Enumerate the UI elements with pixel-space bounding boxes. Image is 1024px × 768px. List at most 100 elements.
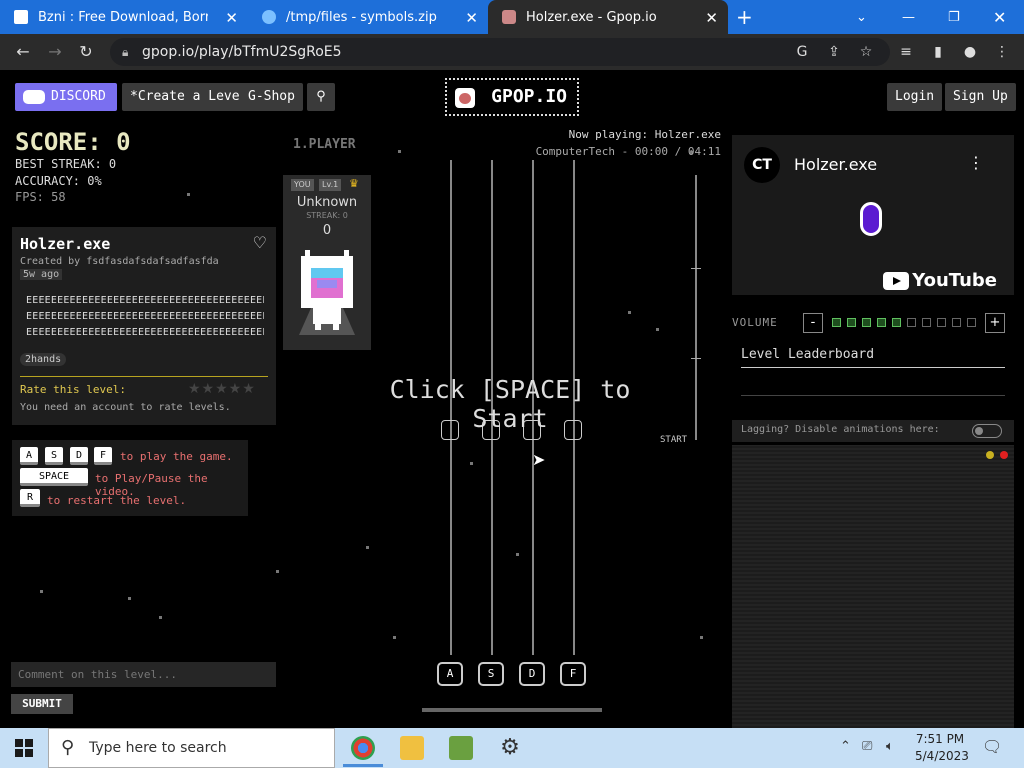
windows-start-icon[interactable] [15, 739, 33, 757]
star-decoration [159, 616, 162, 619]
player-avatar [299, 250, 355, 335]
create-level-button[interactable]: *Create a Level [122, 83, 256, 111]
search-button[interactable]: ⚲ [307, 83, 335, 111]
status-dot [986, 451, 994, 459]
volume-up-button[interactable]: + [985, 313, 1005, 333]
tab-gpop[interactable]: Holzer.exe - Gpop.io ✕ [488, 0, 728, 34]
tab-archive[interactable]: Bzni : Free Download, Borrow, an ✕ [0, 0, 248, 34]
tab-search-button[interactable]: ⌄ [856, 0, 872, 34]
discord-button[interactable]: DISCORD [15, 83, 117, 111]
volume-segment[interactable] [877, 318, 886, 327]
youtube-video[interactable]: CT Holzer.exe ⋮ YouTube [732, 135, 1014, 295]
share-icon[interactable]: ⇪ [824, 42, 844, 62]
reload-button[interactable]: ↻ [75, 41, 97, 63]
fps: FPS: 58 [15, 190, 66, 204]
star-decoration [628, 311, 631, 314]
windows-taskbar: ⚲ Type here to search ⚙ ⌃ ⎚ 🔈︎ 7:51 PM 5… [0, 728, 1024, 768]
youtube-play-icon [883, 272, 910, 290]
volume-segment[interactable] [832, 318, 841, 327]
animation-toggle[interactable] [972, 424, 1002, 438]
media-icon[interactable]: ≡ [896, 42, 916, 62]
new-tab-button[interactable]: + [736, 0, 760, 34]
lane-key-d[interactable]: D [519, 662, 545, 686]
google-icon[interactable]: G [792, 42, 812, 62]
menu-icon[interactable]: ⋮ [992, 42, 1012, 62]
volume-segment[interactable] [892, 318, 901, 327]
submit-button[interactable]: SUBMIT [11, 694, 73, 714]
divider [741, 367, 1005, 368]
signup-button[interactable]: Sign Up [945, 83, 1016, 111]
volume-segment[interactable] [937, 318, 946, 327]
youtube-logo[interactable]: YouTube [883, 270, 997, 291]
star-decoration [470, 462, 473, 465]
network-icon[interactable]: ⎚ [862, 739, 872, 754]
crown-icon: ♛ [349, 177, 359, 190]
shop-button[interactable]: G-Shop [240, 83, 303, 111]
minimize-icon: — [902, 9, 915, 25]
bookmark-star-icon[interactable]: ☆ [856, 42, 876, 62]
browser-tab-strip: Bzni : Free Download, Borrow, an ✕ /tmp/… [0, 0, 1024, 34]
volume-segment[interactable] [862, 318, 871, 327]
volume-down-button[interactable]: - [803, 313, 823, 333]
heart-icon[interactable]: ♡ [253, 233, 267, 252]
song-time: ComputerTech - 00:00 / 04:11 [535, 145, 721, 158]
notifications-icon[interactable]: 🗨︎ [982, 737, 1002, 756]
lane-key-f[interactable]: F [560, 662, 586, 686]
close-icon[interactable]: ✕ [225, 9, 238, 27]
volume-segment[interactable] [967, 318, 976, 327]
logo-text: GPOP.IO [491, 86, 567, 107]
star-decoration [516, 553, 519, 556]
star-decoration [700, 636, 703, 639]
url-text: gpop.io/play/bTfmU2SgRoE5 [142, 44, 342, 60]
game-page: DISCORD *Create a Level G-Shop ⚲ GPOP.IO… [0, 70, 1024, 728]
close-icon[interactable]: ✕ [705, 9, 718, 27]
profile-icon[interactable]: ● [960, 42, 980, 62]
forward-button[interactable]: → [44, 41, 66, 63]
key-d: D [70, 447, 88, 465]
star-decoration [656, 328, 659, 331]
chrome-icon[interactable] [343, 736, 383, 767]
lane-key-s[interactable]: S [478, 662, 504, 686]
lane-key-a[interactable]: A [437, 662, 463, 686]
system-clock[interactable]: 7:51 PM 5/4/2023 [915, 731, 969, 765]
notepad-icon[interactable] [449, 736, 473, 760]
star-decoration [366, 546, 369, 549]
level-tag[interactable]: 2hands [20, 353, 67, 366]
login-button[interactable]: Login [887, 83, 943, 111]
tab-title: Holzer.exe - Gpop.io [526, 9, 657, 25]
chevron-down-icon: ⌄ [856, 9, 867, 25]
restore-button[interactable]: ❐ [948, 0, 964, 34]
more-options-icon[interactable]: ⋮ [968, 153, 984, 172]
tab-title: /tmp/files - symbols.zip [286, 9, 437, 25]
volume-segment[interactable] [922, 318, 931, 327]
file-explorer-icon[interactable] [400, 736, 424, 760]
rating-stars[interactable]: ★★★★★ [188, 381, 256, 397]
discord-icon [23, 89, 45, 104]
volume-segment[interactable] [952, 318, 961, 327]
gpop-logo[interactable]: GPOP.IO [445, 78, 579, 116]
best-streak: BEST STREAK: 0 [15, 157, 117, 171]
window-close-button[interactable]: ✕ [993, 0, 1009, 34]
volume-icon[interactable]: 🔈︎ [886, 739, 894, 754]
gpop-favicon [502, 10, 516, 24]
url-field[interactable]: 🔒︎ gpop.io/play/bTfmU2SgRoE5 [110, 38, 890, 66]
key-r: R [20, 489, 40, 507]
search-icon: ⚲ [316, 89, 326, 104]
volume-segment[interactable] [907, 318, 916, 327]
comment-input[interactable]: Comment on this level... [11, 662, 276, 687]
back-button[interactable]: ← [12, 41, 34, 63]
minimize-button[interactable]: — [902, 0, 918, 34]
close-icon[interactable]: ✕ [465, 9, 478, 27]
channel-avatar[interactable]: CT [744, 147, 780, 183]
taskbar-search[interactable]: ⚲ Type here to search [48, 728, 335, 768]
volume-segment[interactable] [847, 318, 856, 327]
settings-gear-icon[interactable]: ⚙ [498, 736, 522, 760]
volume-label: VOLUME [732, 316, 778, 329]
plus-icon: + [736, 5, 753, 29]
click-to-start-text[interactable]: Click [SPACE] to Start [350, 375, 670, 433]
video-title[interactable]: Holzer.exe [794, 155, 877, 174]
play-help-text: to play the game. [120, 450, 233, 463]
side-panel-icon[interactable]: ▮ [928, 42, 948, 62]
tab-onedrive[interactable]: /tmp/files - symbols.zip ✕ [248, 0, 488, 34]
tray-chevron-icon[interactable]: ⌃ [840, 739, 851, 754]
